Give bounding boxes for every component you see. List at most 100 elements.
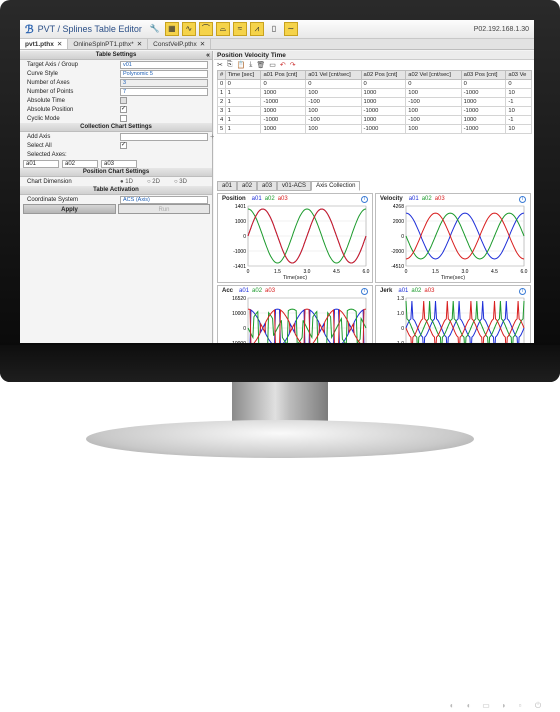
axis-tab[interactable]: v01-ACS xyxy=(277,181,312,191)
table-cell[interactable]: 10 xyxy=(505,106,532,116)
table-cell[interactable]: 1000 xyxy=(260,124,307,134)
table-cell[interactable]: -1 xyxy=(505,115,532,125)
copy-icon[interactable]: ⎘ xyxy=(227,61,233,69)
table-row[interactable]: 5 1 1000 100 -1000 100 -1000 10 xyxy=(217,124,532,134)
file-tab[interactable]: ConstVelP.pthx ✕ xyxy=(148,39,212,49)
table-cell[interactable]: 0 xyxy=(460,79,507,89)
curve-style-select[interactable]: Polynomic 5 xyxy=(120,69,208,78)
table-cell[interactable]: 1 xyxy=(224,106,262,116)
table-cell[interactable]: 100 xyxy=(405,124,462,134)
table-cell[interactable]: 1 xyxy=(224,97,262,107)
axis-tab[interactable]: a01 xyxy=(217,181,238,191)
target-axis-select[interactable]: v01 xyxy=(120,60,208,69)
table-cell[interactable]: 1000 xyxy=(460,115,507,125)
table-cell[interactable]: -1000 xyxy=(460,124,507,134)
table-cell[interactable]: 1000 xyxy=(360,97,407,107)
table-cell[interactable]: 10 xyxy=(505,88,532,98)
sine-icon[interactable]: ∼ xyxy=(283,22,298,36)
table-cell[interactable]: 1000 xyxy=(260,88,307,98)
selected-axis-chip[interactable]: a02 xyxy=(62,159,98,168)
table-row[interactable]: 3 1 1000 100 -1000 100 -1000 10 xyxy=(217,106,532,116)
axis-tab[interactable]: a03 xyxy=(257,181,278,191)
table-cell[interactable]: 1000 xyxy=(460,97,507,107)
table-cell[interactable]: 100 xyxy=(405,88,462,98)
table-cell[interactable]: 2 xyxy=(217,97,226,107)
table-icon[interactable]: ▦ xyxy=(164,22,179,36)
collapse-icon[interactable]: « xyxy=(206,51,210,60)
table-cell[interactable]: -1000 xyxy=(260,115,307,125)
spline-icon[interactable]: ∿ xyxy=(181,22,196,36)
table-cell[interactable]: 1 xyxy=(217,88,226,98)
table-cell[interactable]: -1000 xyxy=(460,106,507,116)
coordinate-system-select[interactable]: ACS (Axis) xyxy=(120,195,208,204)
axis-tab[interactable]: Axis Collection xyxy=(311,181,361,191)
table-row[interactable]: 2 1 -1000 -100 1000 -100 1000 -1 xyxy=(217,97,532,107)
table-cell[interactable]: 100 xyxy=(305,106,362,116)
delete-icon[interactable]: 🗑 xyxy=(256,61,265,69)
table-cell[interactable]: -1000 xyxy=(360,124,407,134)
table-cell[interactable]: -1000 xyxy=(360,106,407,116)
table-cell[interactable]: 3 xyxy=(217,106,226,116)
table-cell[interactable]: 0 xyxy=(360,79,407,89)
table-cell[interactable]: 0 xyxy=(405,79,462,89)
table-cell[interactable]: 100 xyxy=(305,88,362,98)
table-cell[interactable]: 1000 xyxy=(360,115,407,125)
run-button[interactable]: Run xyxy=(118,204,210,214)
table-cell[interactable]: -1000 xyxy=(460,88,507,98)
table-cell[interactable]: -100 xyxy=(405,97,462,107)
add-axis-select[interactable] xyxy=(120,132,208,141)
curve-icon[interactable]: ⌒ xyxy=(198,22,213,36)
wave-icon[interactable]: ≈ xyxy=(232,22,247,36)
undo-icon[interactable]: ↶ xyxy=(280,61,286,69)
table-cell[interactable]: 1 xyxy=(224,88,262,98)
absolute-time-checkbox[interactable] xyxy=(120,97,127,104)
monitor-button-icon[interactable]: ◐ xyxy=(463,700,475,712)
table-row[interactable]: 1 1 1000 100 1000 100 -1000 10 xyxy=(217,88,532,98)
insert-row-icon[interactable]: ⤓ xyxy=(249,61,252,69)
table-row[interactable]: 4 1 -1000 -100 1000 -100 1000 -1 xyxy=(217,115,532,125)
monitor-button-icon[interactable]: ◐ xyxy=(446,700,458,712)
table-cell[interactable]: 10 xyxy=(505,124,532,134)
monitor-button-icon[interactable]: ◑ xyxy=(497,700,509,712)
file-tab[interactable]: pvt1.pthx ✕ xyxy=(20,39,69,49)
table-cell[interactable]: 100 xyxy=(405,106,462,116)
table-cell[interactable]: 1000 xyxy=(260,106,307,116)
table-cell[interactable]: 0 xyxy=(305,79,362,89)
close-icon[interactable]: ✕ xyxy=(200,41,205,48)
table-cell[interactable]: 0 xyxy=(224,79,262,89)
table-cell[interactable]: 1 xyxy=(224,124,262,134)
cyclic-mode-checkbox[interactable] xyxy=(120,115,127,122)
paste-icon[interactable]: 📋 xyxy=(236,61,245,69)
table-cell[interactable]: -1 xyxy=(505,97,532,107)
monitor-button-icon[interactable]: ▫ xyxy=(514,700,526,712)
radio-3d[interactable]: ○ 3D xyxy=(174,179,187,185)
file-tab[interactable]: OnlineSplnPT1.pthx* ✕ xyxy=(68,39,149,49)
graph-icon[interactable]: ⩘ xyxy=(249,22,264,36)
table-cell[interactable]: 0 xyxy=(260,79,307,89)
table-cell[interactable]: -1000 xyxy=(260,97,307,107)
absolute-position-checkbox[interactable]: ✓ xyxy=(120,106,127,113)
select-all-checkbox[interactable]: ✓ xyxy=(120,142,127,149)
selected-axis-chip[interactable]: a01 xyxy=(23,159,59,168)
cut-icon[interactable]: ✂ xyxy=(217,61,223,69)
number-of-axes-input[interactable]: 3 xyxy=(120,78,208,87)
close-icon[interactable]: ✕ xyxy=(137,41,142,48)
table-cell[interactable]: 0 xyxy=(217,79,226,89)
table-cell[interactable]: 1 xyxy=(224,115,262,125)
table-cell[interactable]: -100 xyxy=(305,115,362,125)
split-view-icon[interactable]: ▯ xyxy=(267,22,281,36)
redo-icon[interactable]: ↷ xyxy=(290,61,296,69)
table-cell[interactable]: 100 xyxy=(305,124,362,134)
wrench-icon[interactable]: 🔧 xyxy=(148,22,162,36)
selected-axis-chip[interactable]: a03 xyxy=(101,159,137,168)
curve-alt-icon[interactable]: ⌓ xyxy=(215,22,230,36)
table-cell[interactable]: -100 xyxy=(405,115,462,125)
table-cell[interactable]: 0 xyxy=(505,79,532,89)
close-icon[interactable]: ✕ xyxy=(57,41,62,48)
apply-button[interactable]: Apply xyxy=(23,204,116,214)
table-cell[interactable]: 1000 xyxy=(360,88,407,98)
radio-1d[interactable]: ● 1D xyxy=(120,179,133,185)
table-cell[interactable]: -100 xyxy=(305,97,362,107)
number-of-points-input[interactable]: 7 xyxy=(120,87,208,96)
power-icon[interactable]: ⏻ xyxy=(532,700,544,712)
